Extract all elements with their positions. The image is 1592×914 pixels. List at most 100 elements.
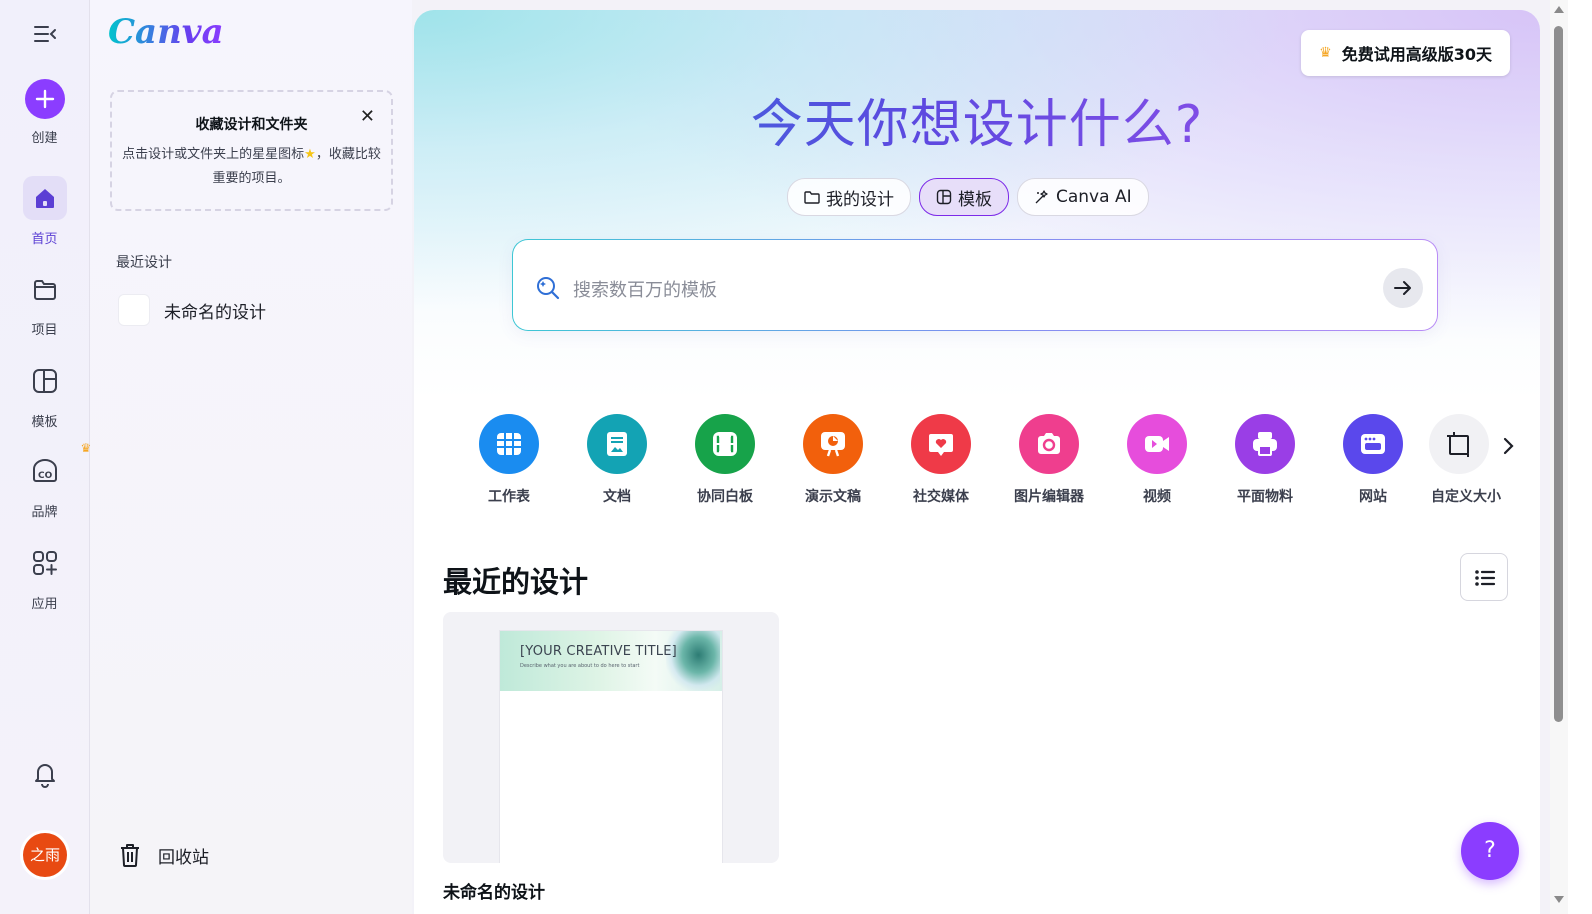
tab-label: 模板 [958, 189, 992, 210]
recent-heading: 最近设计 [116, 255, 172, 271]
shortcut-whiteboard[interactable]: 协同白板 [675, 414, 775, 506]
design-preview-title: [YOUR CREATIVE TITLE] [520, 644, 677, 659]
main-content: ♛ 免费试用高级版30天 今天你想设计什么? 我的设计 模板 Canva AI [414, 10, 1540, 914]
recent-designs-title: 最近的设计 [443, 565, 589, 599]
rail-templates[interactable]: 模板 [0, 359, 89, 430]
tab-templates[interactable]: 模板 [919, 178, 1009, 216]
shortcuts-next-button[interactable] [1496, 434, 1520, 458]
shortcut-label: 自定义大小 [1431, 489, 1501, 505]
starred-tip-title: 收藏设计和文件夹 [195, 117, 308, 133]
shortcut-label: 文档 [603, 489, 631, 505]
trash-icon [121, 844, 139, 867]
collapse-menu-button[interactable] [0, 22, 89, 50]
sparkle-icon [1035, 190, 1048, 204]
chevron-right-icon [1503, 437, 1514, 455]
help-button[interactable]: ? [1461, 822, 1519, 880]
whiteboard-icon [695, 414, 755, 474]
tab-label: 我的设计 [826, 189, 894, 210]
crown-icon: ♛ [1319, 45, 1332, 61]
arrow-right-icon [1394, 281, 1411, 295]
search-submit-button[interactable] [1383, 268, 1423, 308]
star-icon: ★ [304, 147, 316, 162]
shortcut-photo-editor[interactable]: 图片编辑器 [999, 414, 1099, 506]
tip-text-part1: 点击设计或文件夹上的星星图标 [122, 147, 305, 162]
apps-label: 应用 [31, 597, 58, 612]
shortcut-print[interactable]: 平面物料 [1215, 414, 1315, 506]
starred-tip-card: ✕ 收藏设计和文件夹 点击设计或文件夹上的星星图标★，收藏比较重要的项目。 [110, 90, 393, 211]
trash-label: 回收站 [158, 847, 209, 868]
recent-design-card[interactable]: [YOUR CREATIVE TITLE] Describe what you … [443, 612, 779, 863]
custom-size-icon [1429, 414, 1489, 474]
brand-icon: CO ♛ [23, 441, 91, 493]
design-thumbnail [118, 294, 150, 326]
svg-text:CO: CO [38, 471, 53, 481]
shortcut-label: 视频 [1143, 489, 1171, 505]
recent-design-name: 未命名的设计 [164, 302, 266, 323]
avatar[interactable]: 之雨 [23, 833, 67, 877]
collapse-menu-icon [33, 26, 56, 42]
swirl-graphic [666, 631, 720, 691]
shortcut-label: 工作表 [488, 489, 530, 505]
close-icon[interactable]: ✕ [360, 106, 375, 127]
shortcut-custom-size[interactable]: 自定义大小 [1429, 414, 1501, 506]
search-mode-tabs: 我的设计 模板 Canva AI [787, 178, 1149, 216]
search-icon [537, 277, 560, 300]
apps-icon [23, 541, 67, 585]
folder-icon [804, 191, 820, 204]
sheet-icon [479, 414, 539, 474]
notifications-button[interactable] [0, 752, 89, 800]
starred-tip-description: 点击设计或文件夹上的星星图标★，收藏比较重要的项目。 [116, 143, 387, 191]
shortcut-label: 协同白板 [697, 489, 753, 505]
template-icon [23, 359, 67, 403]
scroll-thumb[interactable] [1554, 26, 1563, 722]
shortcut-social-media[interactable]: 社交媒体 [891, 414, 991, 506]
page-scrollbar[interactable] [1550, 0, 1568, 914]
folder-icon [23, 267, 67, 311]
shortcut-sheet[interactable]: 工作表 [459, 414, 559, 506]
rail-apps[interactable]: 应用 [0, 541, 89, 612]
printer-icon [1235, 414, 1295, 474]
design-banner: [YOUR CREATIVE TITLE] Describe what you … [500, 631, 722, 691]
tab-label: Canva AI [1056, 187, 1132, 207]
scroll-down-arrow-icon[interactable] [1554, 896, 1564, 903]
free-trial-button[interactable]: ♛ 免费试用高级版30天 [1301, 30, 1510, 76]
shortcut-website[interactable]: 网站 [1323, 414, 1423, 506]
template-icon [936, 189, 952, 205]
bell-icon [23, 752, 67, 796]
tab-canva-ai[interactable]: Canva AI [1017, 178, 1149, 216]
recent-design-item[interactable]: 未命名的设计 [118, 294, 266, 326]
create-button[interactable]: 创建 [0, 79, 89, 146]
camera-icon [1019, 414, 1079, 474]
free-trial-label: 免费试用高级版30天 [1341, 45, 1492, 64]
doc-icon [587, 414, 647, 474]
shortcut-doc[interactable]: 文档 [567, 414, 667, 506]
rail-brand[interactable]: CO ♛ 品牌 [0, 441, 91, 520]
create-label: 创建 [31, 131, 58, 146]
design-preview: [YOUR CREATIVE TITLE] Describe what you … [500, 631, 722, 863]
shortcut-video[interactable]: 视频 [1107, 414, 1207, 506]
rail-home[interactable]: 首页 [0, 176, 89, 247]
trash-button[interactable]: 回收站 [118, 842, 209, 868]
recent-design-name[interactable]: 未命名的设计 [443, 878, 545, 903]
scroll-up-arrow-icon[interactable] [1554, 6, 1564, 13]
left-rail: 创建 首页 项目 模板 CO ♛ 品牌 应用 之雨 [0, 0, 91, 914]
shortcut-label: 演示文稿 [805, 489, 861, 505]
list-view-button[interactable] [1460, 553, 1508, 601]
website-icon [1343, 414, 1403, 474]
presentation-icon [803, 414, 863, 474]
rail-projects[interactable]: 项目 [0, 267, 89, 338]
template-search-box[interactable]: 搜索数百万的模板 [512, 239, 1438, 331]
brand-label: 品牌 [31, 505, 58, 520]
projects-label: 项目 [31, 323, 58, 338]
tab-my-designs[interactable]: 我的设计 [787, 178, 911, 216]
video-icon [1127, 414, 1187, 474]
window-edge [1568, 0, 1592, 914]
search-placeholder: 搜索数百万的模板 [573, 280, 717, 301]
home-label: 首页 [31, 232, 58, 247]
shortcut-label: 平面物料 [1237, 489, 1293, 505]
plus-icon [24, 79, 65, 119]
hero-section: ♛ 免费试用高级版30天 今天你想设计什么? 我的设计 模板 Canva AI [414, 10, 1540, 400]
home-icon [22, 176, 67, 220]
canva-logo[interactable]: Canva [108, 12, 224, 52]
shortcut-presentation[interactable]: 演示文稿 [783, 414, 883, 506]
